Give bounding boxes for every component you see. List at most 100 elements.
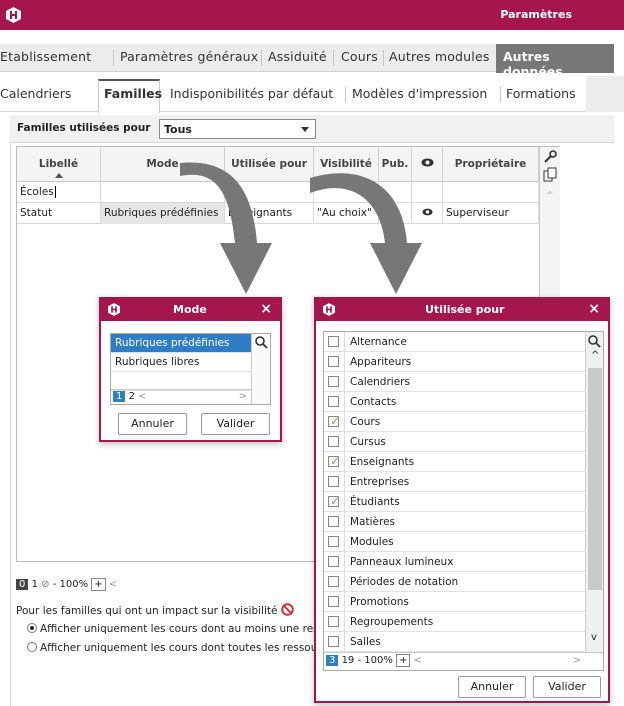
ok-button[interactable]: Valider [201, 413, 270, 435]
checkbox[interactable] [328, 576, 339, 587]
column-libelle[interactable]: Libellé [17, 147, 101, 182]
scroll-up-icon[interactable]: ^ [546, 191, 554, 201]
cancel-button[interactable]: Annuler [458, 676, 526, 698]
tab-autres-donnees[interactable]: Autres données [496, 44, 614, 79]
tab-calendriers[interactable]: Calendriers [0, 86, 71, 101]
visibility-note: Pour les familles qui ont un impact sur … [16, 605, 278, 617]
tab-indisponibilites[interactable]: Indisponibilités par défaut [170, 86, 333, 101]
wrench-icon[interactable] [543, 150, 558, 164]
cancel-button[interactable]: Annuler [118, 413, 187, 435]
check-icon: ✓ [330, 494, 341, 508]
tab-autres-modules[interactable]: Autres modules [389, 49, 490, 64]
ok-button[interactable]: Valider [533, 676, 601, 698]
zoom-level[interactable]: 100% [364, 655, 393, 666]
page-total: 1 [31, 579, 38, 590]
use-list-item[interactable]: Périodes de notation [324, 572, 585, 592]
checkbox-checked[interactable]: ✓ [328, 454, 340, 468]
zoom-in-button[interactable]: + [396, 654, 411, 667]
use-list-item[interactable]: ✓ Étudiants [324, 492, 585, 512]
column-divider [344, 612, 345, 632]
scroll-left-icon[interactable]: < [138, 391, 146, 402]
scroll-left-icon[interactable]: < [109, 579, 117, 590]
use-list-item[interactable]: Calendriers [324, 372, 585, 392]
use-list-item[interactable]: Appariteurs [324, 352, 585, 372]
tab-etablissement[interactable]: Etablissement [0, 49, 91, 64]
page-current[interactable]: 0 [16, 579, 29, 590]
main-tabs: Etablissement Paramètres généraux Assidu… [0, 44, 614, 79]
tab-separator [333, 50, 334, 66]
use-list-item[interactable]: Entreprises [324, 472, 585, 492]
filter-select[interactable]: Tous [159, 119, 316, 139]
use-list-scrollbar[interactable]: ^ v [585, 332, 603, 652]
checkbox[interactable] [328, 636, 339, 647]
zoom-in-button[interactable]: + [91, 578, 106, 591]
tab-assiduite[interactable]: Assiduité [268, 49, 327, 64]
scrollbar-thumb[interactable] [588, 368, 602, 590]
copy-icon[interactable] [543, 167, 558, 182]
page-current[interactable]: 3 [326, 655, 339, 666]
tab-cours[interactable]: Cours [341, 49, 378, 64]
checkbox[interactable] [328, 516, 339, 527]
tab-parametres-generaux[interactable]: Paramètres généraux [120, 49, 258, 64]
scroll-up-icon[interactable]: ^ [591, 350, 599, 361]
zoom-level[interactable]: 100% [60, 579, 89, 590]
use-list-item[interactable]: Matières [324, 512, 585, 532]
checkbox[interactable] [328, 596, 339, 607]
search-icon[interactable] [255, 336, 268, 349]
radio-option-1[interactable]: Afficher uniquement les cours dont au mo… [27, 623, 331, 635]
use-list-item[interactable]: ✓ Enseignants [324, 452, 585, 472]
checkbox[interactable] [328, 356, 339, 367]
column-divider [344, 412, 345, 432]
radio-option-2[interactable]: Afficher uniquement les cours dont toute… [27, 642, 322, 654]
checkbox[interactable] [328, 436, 339, 447]
close-icon[interactable]: × [260, 301, 272, 317]
use-list-item[interactable]: Promotions [324, 592, 585, 612]
checkbox-checked[interactable]: ✓ [328, 494, 341, 508]
scroll-left-icon[interactable]: < [414, 655, 422, 666]
use-list-item[interactable]: Alternance [324, 332, 585, 352]
mode-list-scrollbar[interactable] [251, 334, 270, 404]
checkbox[interactable] [328, 376, 339, 387]
page-total: 2 [128, 391, 135, 402]
use-list-item[interactable]: Modules [324, 532, 585, 552]
checkbox[interactable] [328, 616, 339, 627]
scroll-right-icon[interactable]: > [239, 391, 247, 402]
page-current[interactable]: 1 [113, 391, 126, 402]
radio-button-selected[interactable] [27, 623, 37, 633]
list-item[interactable]: Rubriques prédéfinies [111, 334, 251, 353]
checkbox[interactable] [328, 476, 339, 487]
scroll-down-icon[interactable]: v [591, 632, 597, 643]
radio-button[interactable] [27, 642, 37, 652]
tab-formations[interactable]: Formations [506, 86, 576, 101]
cell-libelle[interactable]: Écoles [17, 182, 101, 203]
list-item[interactable]: Rubriques libres [111, 353, 251, 372]
scroll-right-icon[interactable]: > [573, 655, 581, 666]
arrow-to-mode-icon [180, 162, 272, 294]
checkbox[interactable] [328, 336, 339, 347]
use-list-item[interactable]: Cursus [324, 432, 585, 452]
checkbox-checked[interactable]: ✓ [328, 414, 340, 428]
column-divider [344, 332, 345, 352]
page-total: 19 [341, 655, 355, 666]
use-item-label: Entreprises [350, 476, 410, 488]
cell-libelle[interactable]: Statut [17, 203, 101, 224]
column-divider [344, 472, 345, 492]
tab-familles[interactable]: Familles [104, 86, 162, 101]
hide-icon[interactable]: ⊘ [41, 579, 49, 590]
mode-dialog-title: Mode [173, 303, 207, 316]
column-divider [344, 392, 345, 412]
use-list-item[interactable]: Salles [324, 632, 585, 652]
close-icon[interactable]: × [588, 301, 600, 317]
checkbox[interactable] [328, 396, 339, 407]
tab-modeles-impression[interactable]: Modèles d'impression [352, 86, 487, 101]
use-list-item[interactable]: Regroupements [324, 612, 585, 632]
checkbox[interactable] [328, 556, 339, 567]
search-icon[interactable] [588, 335, 601, 348]
use-list-item[interactable]: Contacts [324, 392, 585, 412]
text-caret [54, 186, 56, 198]
use-list-item[interactable]: Panneaux lumineux [324, 552, 585, 572]
arrow-to-use-icon [310, 173, 422, 294]
use-list-item[interactable]: ✓ Cours [324, 412, 585, 432]
checkbox[interactable] [328, 536, 339, 547]
column-mode-label: Mode [146, 158, 179, 170]
